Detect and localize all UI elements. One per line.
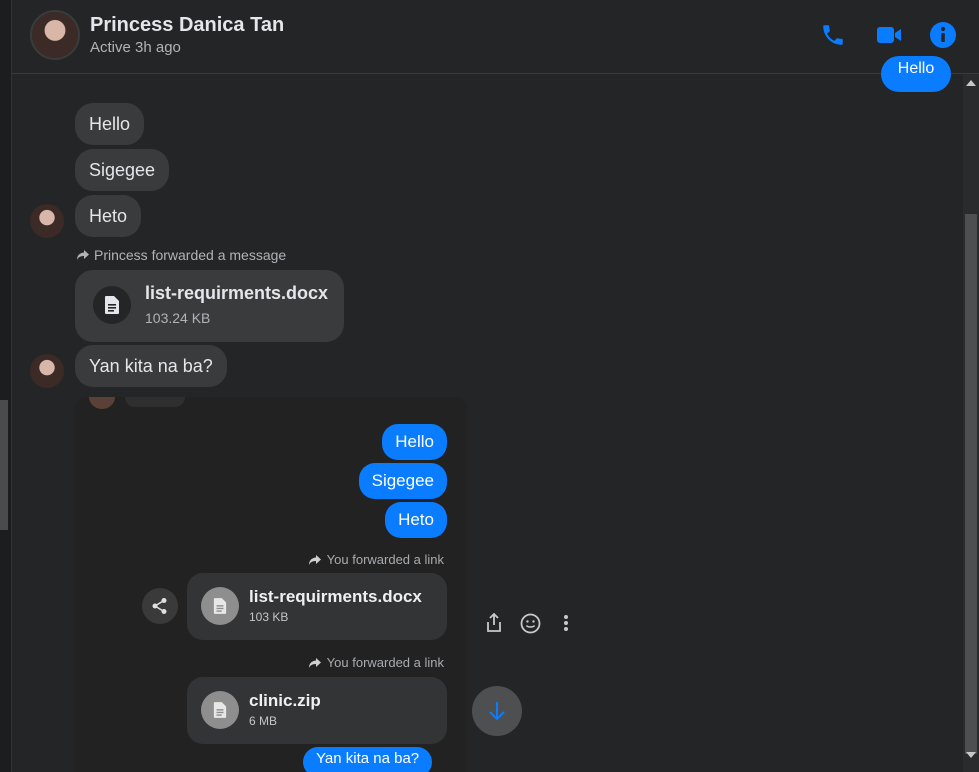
share-icon[interactable] bbox=[483, 612, 505, 634]
document-icon bbox=[93, 286, 131, 324]
sender-avatar[interactable] bbox=[30, 354, 64, 388]
screenshot-forwarded-text: You forwarded a link bbox=[326, 552, 444, 567]
more-icon[interactable] bbox=[555, 612, 577, 634]
file-size: 103.24 KB bbox=[145, 310, 211, 326]
incoming-message[interactable]: Yan kita na ba? bbox=[75, 345, 227, 387]
document-icon bbox=[201, 587, 239, 625]
screenshot-outgoing-message: Sigegee bbox=[358, 463, 447, 499]
left-scrollbar-thumb[interactable] bbox=[0, 400, 8, 530]
scroll-up-arrow-icon[interactable] bbox=[966, 80, 976, 86]
screenshot-outgoing-message: Hello bbox=[382, 424, 447, 460]
message-actions bbox=[483, 612, 577, 634]
screenshot-avatar-partial bbox=[89, 397, 115, 409]
incoming-message[interactable]: Heto bbox=[75, 195, 142, 237]
left-panel-edge bbox=[0, 0, 12, 772]
document-icon bbox=[201, 691, 239, 729]
forward-arrow-icon bbox=[308, 657, 321, 668]
arrow-down-icon bbox=[489, 702, 505, 721]
chat-scrollbar[interactable] bbox=[963, 74, 979, 772]
contact-name[interactable]: Princess Danica Tan bbox=[90, 14, 284, 37]
screenshot-forwarded-text: You forwarded a link bbox=[326, 655, 444, 670]
screenshot-file-name: clinic.zip bbox=[249, 691, 321, 710]
share-icon bbox=[142, 588, 178, 624]
screenshot-file-size: 6 MB bbox=[249, 714, 278, 728]
file-name[interactable]: list-requirments.docx bbox=[145, 283, 328, 304]
screenshot-forwarded-label: You forwarded a link bbox=[308, 552, 444, 567]
sender-avatar[interactable] bbox=[30, 204, 64, 238]
incoming-message[interactable]: Hello bbox=[75, 103, 145, 145]
phone-icon[interactable] bbox=[818, 20, 848, 50]
outgoing-message-partial[interactable]: Hello bbox=[881, 56, 951, 92]
screenshot-file-card: list-requirments.docx 103 KB bbox=[187, 573, 447, 640]
info-icon[interactable] bbox=[928, 20, 958, 50]
conversation-header: Princess Danica Tan Active 3h ago bbox=[12, 0, 979, 74]
scroll-to-bottom-button[interactable] bbox=[472, 686, 522, 736]
chat-scrollbar-thumb[interactable] bbox=[965, 214, 977, 754]
screenshot-outgoing-message: Heto bbox=[385, 502, 447, 538]
scroll-down-arrow-icon[interactable] bbox=[966, 752, 976, 758]
image-attachment-screenshot[interactable]: Hello Sigegee Heto You forwarded a link … bbox=[75, 397, 467, 772]
contact-avatar[interactable] bbox=[30, 10, 80, 60]
screenshot-file-name: list-requirments.docx bbox=[249, 587, 422, 606]
screenshot-file-card: clinic.zip 6 MB bbox=[187, 677, 447, 744]
screenshot-outgoing-message-partial: Yan kita na ba? bbox=[303, 747, 433, 772]
screenshot-forwarded-label: You forwarded a link bbox=[308, 655, 444, 670]
file-attachment[interactable]: list-requirments.docx 103.24 KB bbox=[75, 270, 344, 342]
emoji-icon[interactable] bbox=[519, 612, 541, 634]
contact-status: Active 3h ago bbox=[90, 39, 181, 56]
forwarded-label: Princess forwarded a message bbox=[76, 247, 286, 263]
forward-arrow-icon bbox=[308, 554, 321, 565]
screenshot-file-size: 103 KB bbox=[249, 610, 289, 624]
video-icon[interactable] bbox=[874, 20, 904, 50]
screenshot-bubble-partial bbox=[125, 397, 185, 407]
forwarded-label-text: Princess forwarded a message bbox=[94, 247, 287, 263]
incoming-message[interactable]: Sigegee bbox=[75, 149, 170, 191]
forward-arrow-icon bbox=[77, 250, 89, 260]
